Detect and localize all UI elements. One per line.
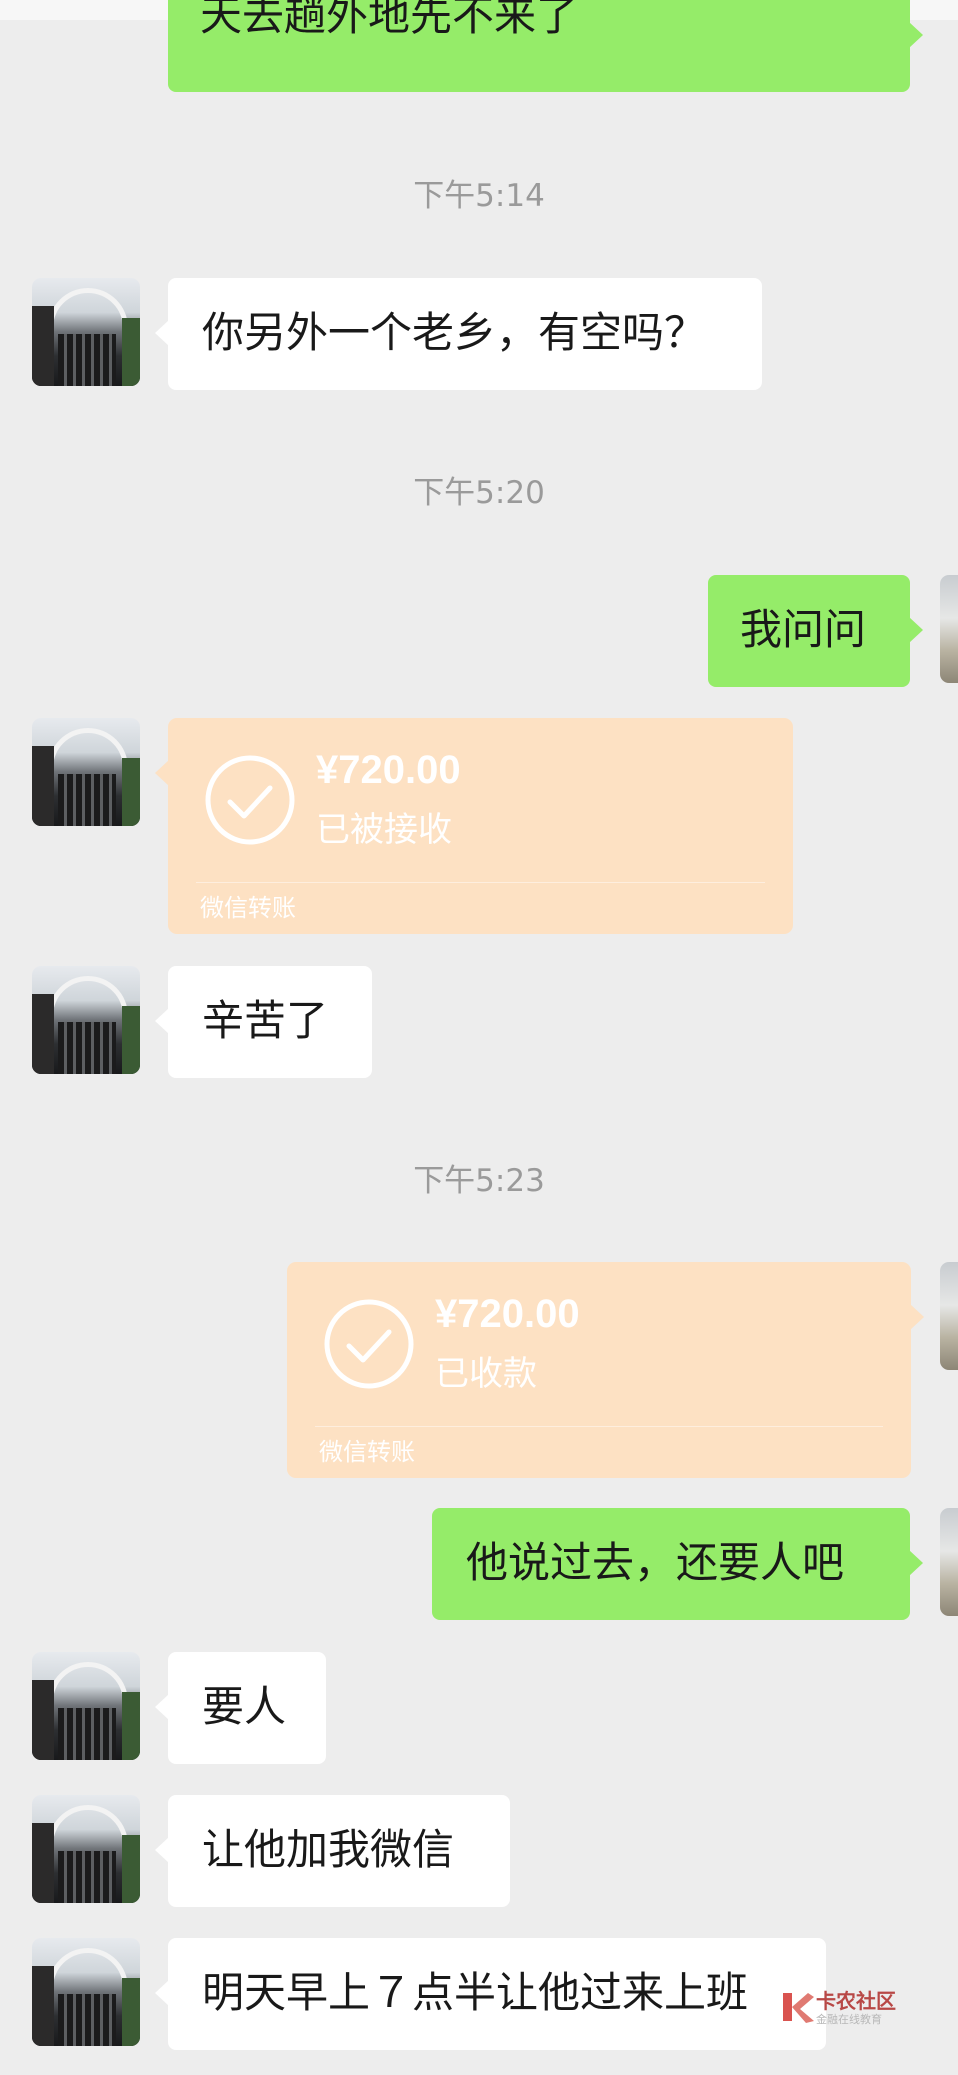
message-text: 他说过去，还要人吧 bbox=[466, 1538, 845, 1587]
contact-avatar[interactable] bbox=[32, 278, 140, 386]
transfer-amount: ¥720.00 bbox=[435, 1292, 580, 1336]
watermark-subtitle: 金融在线教育 bbox=[816, 2013, 882, 2026]
message-bubble-incoming[interactable]: 明天早上７点半让他过来上班 bbox=[155, 1938, 826, 2050]
contact-avatar[interactable] bbox=[32, 718, 140, 826]
watermark-title: 卡农社区 bbox=[816, 1989, 896, 2013]
message-bubble-incoming[interactable]: 要人 bbox=[155, 1652, 326, 1764]
transfer-card-incoming[interactable]: ¥720.00 已被接收 微信转账 bbox=[155, 718, 793, 934]
message-bubble-outgoing[interactable]: 他说过去，还要人吧 bbox=[432, 1508, 923, 1620]
divider bbox=[196, 882, 765, 883]
message-text: 明天早上７点半让他过来上班 bbox=[202, 1968, 749, 2017]
message-text: 我问问 bbox=[740, 605, 867, 654]
contact-avatar[interactable] bbox=[32, 966, 140, 1074]
message-text: 天去趟外地先不来了 bbox=[200, 0, 579, 40]
contact-avatar[interactable] bbox=[32, 1795, 140, 1903]
transfer-footer: 微信转账 bbox=[319, 1438, 415, 1466]
my-avatar[interactable] bbox=[940, 1508, 958, 1616]
my-avatar[interactable] bbox=[940, 575, 958, 683]
message-bubble-outgoing[interactable]: 天去趟外地先不来了 bbox=[168, 0, 923, 92]
message-text: 让他加我微信 bbox=[202, 1825, 455, 1874]
check-circle-icon bbox=[205, 755, 295, 845]
message-bubble-incoming[interactable]: 辛苦了 bbox=[155, 966, 372, 1078]
timestamp: 下午5:23 bbox=[413, 1163, 545, 1199]
message-text: 辛苦了 bbox=[202, 996, 329, 1045]
timestamp: 下午5:20 bbox=[413, 475, 545, 511]
transfer-status: 已被接收 bbox=[316, 810, 452, 850]
message-bubble-incoming[interactable]: 让他加我微信 bbox=[155, 1795, 510, 1907]
message-bubble-outgoing[interactable]: 我问问 bbox=[708, 575, 923, 687]
transfer-status: 已收款 bbox=[435, 1354, 537, 1394]
watermark-logo: 卡农社区 金融在线教育 bbox=[780, 1983, 900, 2033]
message-bubble-incoming[interactable]: 你另外一个老乡，有空吗？ bbox=[155, 278, 762, 390]
message-text: 你另外一个老乡，有空吗？ bbox=[202, 308, 707, 357]
transfer-amount: ¥720.00 bbox=[316, 748, 461, 792]
divider bbox=[315, 1426, 883, 1427]
contact-avatar[interactable] bbox=[32, 1938, 140, 2046]
my-avatar[interactable] bbox=[940, 1262, 958, 1370]
transfer-card-outgoing[interactable]: ¥720.00 已收款 微信转账 bbox=[287, 1262, 924, 1478]
transfer-footer: 微信转账 bbox=[200, 894, 296, 922]
message-text: 要人 bbox=[202, 1682, 287, 1731]
check-circle-icon bbox=[324, 1299, 414, 1389]
contact-avatar[interactable] bbox=[32, 1652, 140, 1760]
timestamp: 下午5:14 bbox=[413, 178, 545, 214]
kanong-logo-icon bbox=[783, 1993, 814, 2023]
